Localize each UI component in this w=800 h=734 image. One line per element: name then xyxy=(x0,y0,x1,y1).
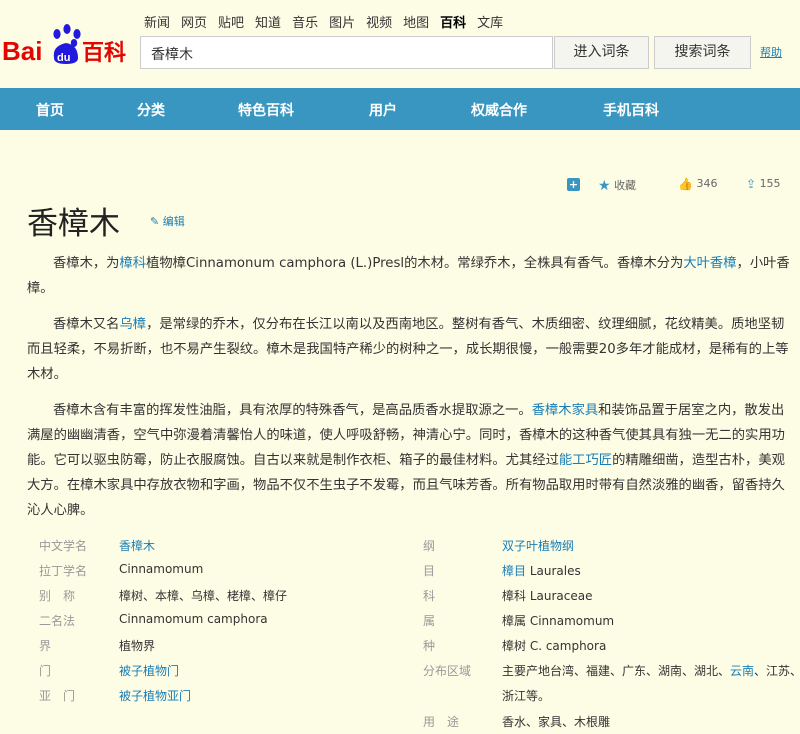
info-value-link[interactable]: 被子植物门 xyxy=(119,662,179,679)
mainnav-mobile[interactable]: 手机百科 xyxy=(603,100,659,120)
logo-baike-text: 百科 xyxy=(82,41,126,66)
info-key: 属 xyxy=(423,614,436,628)
info-value: 樟树 C. camphora xyxy=(502,639,607,653)
share-icon: ⇪ xyxy=(746,177,757,191)
header: Bai du 百科 新闻 网页 贴吧 知道 音乐 图片 视频 地图 百科 文库 香樟木 进入词条 … xyxy=(0,0,800,86)
info-value-link[interactable]: 樟目 xyxy=(502,564,526,578)
logo-du-text: du xyxy=(57,52,70,64)
intro-paragraph-2: 香樟木又名乌樟，是常绿的乔木，仅分布在长江以南以及西南地区。整树有香气、木质细密… xyxy=(27,312,793,387)
info-value-a: 主要产地台湾、福建、广东、湖南、湖北、 xyxy=(502,664,731,678)
info-key: 种 xyxy=(423,639,436,653)
topnav-map[interactable]: 地图 xyxy=(403,16,429,31)
favorite-label: 收藏 xyxy=(614,179,637,192)
topnav-news[interactable]: 新闻 xyxy=(144,16,170,31)
info-value: 主要产地台湾、福建、广东、湖南、湖北、云南、江苏、 xyxy=(502,662,800,679)
search-input[interactable]: 香樟木 xyxy=(140,36,553,69)
link-xiangzhangmu-jiaju[interactable]: 香樟木家具 xyxy=(532,403,598,418)
topnav-web[interactable]: 网页 xyxy=(181,16,207,31)
info-value: 樟树、本樟、乌樟、栳樟、樟仔 xyxy=(119,589,288,603)
p2-text-a: 香樟木又名 xyxy=(53,317,120,332)
mainnav-user[interactable]: 用户 xyxy=(369,100,397,120)
link-wuzhang[interactable]: 乌樟 xyxy=(119,317,146,332)
add-button[interactable]: + xyxy=(567,177,580,191)
plus-icon: + xyxy=(567,177,580,191)
info-key: 目 xyxy=(423,564,436,578)
info-value: Cinnamomum camphora xyxy=(119,612,268,626)
star-icon: ★ xyxy=(598,178,611,194)
info-key: 用 途 xyxy=(423,715,460,729)
info-key: 别 称 xyxy=(39,589,76,603)
info-value-link[interactable]: 云南 xyxy=(730,664,754,678)
link-dayexiangzhang[interactable]: 大叶香樟 xyxy=(683,256,736,271)
info-value: 植物界 xyxy=(119,639,156,653)
info-key: 二名法 xyxy=(39,614,76,628)
share-button[interactable]: ⇪ 155 xyxy=(746,177,781,191)
topnav-tieba[interactable]: 贴吧 xyxy=(218,16,244,31)
info-key: 门 xyxy=(39,664,52,678)
mainnav-home[interactable]: 首页 xyxy=(36,100,64,120)
info-value-line2: 浙江等。 xyxy=(502,689,551,703)
info-value-link[interactable]: 香樟木 xyxy=(119,537,155,554)
link-nenggongqiaojiang[interactable]: 能工巧匠 xyxy=(559,453,612,468)
p1-text-a: 香樟木，为 xyxy=(53,256,120,271)
topnav-baike[interactable]: 百科 xyxy=(440,16,466,31)
pencil-icon: ✎ xyxy=(150,215,160,228)
intro-paragraph-1: 香樟木，为樟科植物樟Cinnamonum camphora (L.)Presl的… xyxy=(27,251,793,301)
info-key: 科 xyxy=(423,589,436,603)
topnav-zhidao[interactable]: 知道 xyxy=(255,16,281,31)
info-value: 樟目 Laurales xyxy=(502,562,581,579)
mainnav-featured[interactable]: 特色百科 xyxy=(238,100,294,120)
intro-paragraph-3: 香樟木含有丰富的挥发性油脂，具有浓厚的特殊香气，是高品质香水提取源之一。香樟木家… xyxy=(27,398,793,523)
search-entry-button[interactable]: 搜索词条 xyxy=(654,36,751,69)
info-value: Cinnamomum xyxy=(119,562,204,576)
edit-button[interactable]: ✎ 编辑 xyxy=(150,213,185,229)
info-key: 中文学名 xyxy=(39,539,88,553)
info-key: 拉丁学名 xyxy=(39,564,88,578)
main-nav: 首页 分类 特色百科 用户 权威合作 手机百科 xyxy=(0,88,800,130)
info-key: 界 xyxy=(39,639,52,653)
info-value: 樟属 Cinnamomum xyxy=(502,614,615,628)
info-key: 亚 门 xyxy=(39,689,76,703)
like-count: 346 xyxy=(696,177,718,190)
info-key: 纲 xyxy=(423,539,436,553)
info-key: 分布区域 xyxy=(423,664,472,678)
topnav-wenku[interactable]: 文库 xyxy=(477,16,503,31)
topnav-video[interactable]: 视频 xyxy=(366,16,392,31)
thumbs-up-icon: 👍 xyxy=(678,177,693,191)
info-value-link[interactable]: 被子植物亚门 xyxy=(119,687,191,704)
like-button[interactable]: 👍 346 xyxy=(678,177,717,191)
p3-text-a: 香樟木含有丰富的挥发性油脂，具有浓厚的特殊香气，是高品质香水提取源之一。 xyxy=(53,403,532,418)
help-link[interactable]: 帮助 xyxy=(760,44,782,60)
info-value-link[interactable]: 双子叶植物纲 xyxy=(502,537,574,554)
p1-text-c: 植物樟Cinnamonum camphora (L.)Presl的木材。常绿乔木… xyxy=(146,256,684,271)
info-value: 香水、家具、木根雕 xyxy=(502,715,611,729)
info-value-b: 、江苏、 xyxy=(754,664,800,678)
edit-label: 编辑 xyxy=(162,215,185,228)
mainnav-category[interactable]: 分类 xyxy=(137,100,165,120)
logo-bai-text: Bai xyxy=(2,36,42,66)
share-count: 155 xyxy=(759,177,781,190)
link-zhangke[interactable]: 樟科 xyxy=(119,256,146,271)
top-product-nav: 新闻 网页 贴吧 知道 音乐 图片 视频 地图 百科 文库 xyxy=(144,12,514,31)
baidu-baike-logo[interactable]: Bai du 百科 xyxy=(2,20,130,68)
info-value-rest: Laurales xyxy=(526,564,581,578)
topnav-music[interactable]: 音乐 xyxy=(292,16,318,31)
info-value: 樟科 Lauraceae xyxy=(502,589,593,603)
topnav-images[interactable]: 图片 xyxy=(329,16,355,31)
mainnav-partner[interactable]: 权威合作 xyxy=(471,100,527,120)
enter-entry-button[interactable]: 进入词条 xyxy=(554,36,649,69)
favorite-button[interactable]: ★ 收藏 xyxy=(598,177,636,194)
page-title: 香樟木 xyxy=(27,206,120,242)
